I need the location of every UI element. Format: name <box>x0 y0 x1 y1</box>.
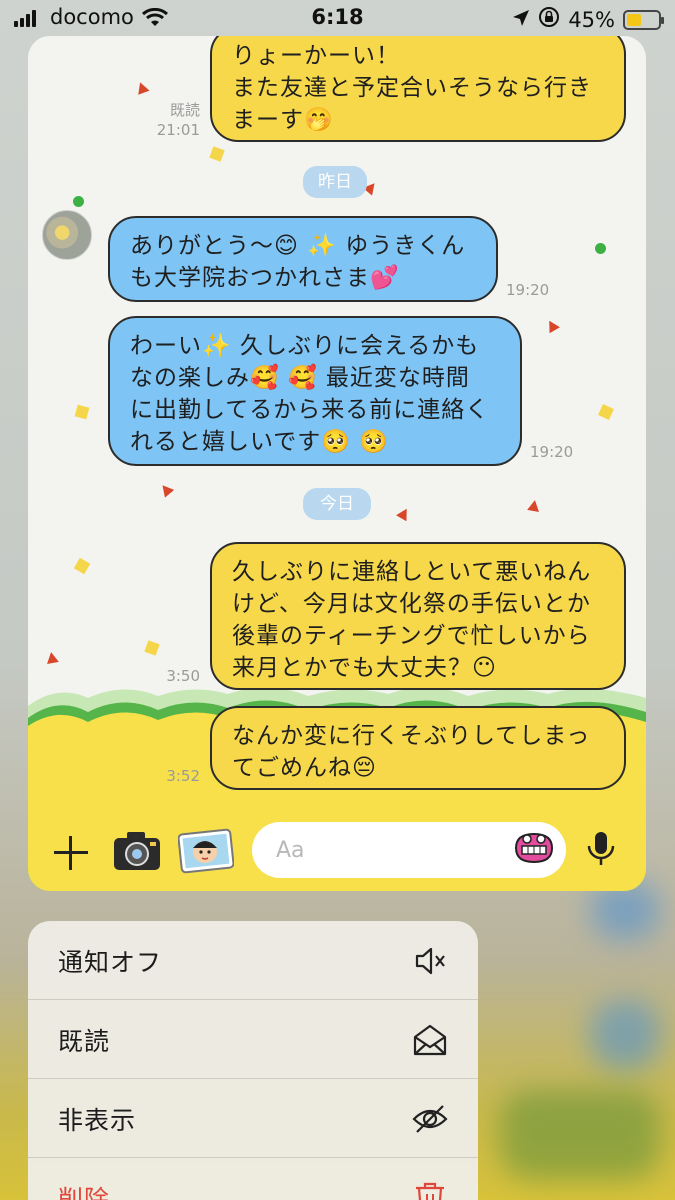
message-line: れると嬉しいです🥺 🥺 <box>130 429 389 455</box>
sticker-icon[interactable] <box>177 828 235 878</box>
rotation-lock-icon <box>538 6 560 33</box>
confetti <box>134 80 150 95</box>
message-line: わーい✨ 久しぶりに会えるかも <box>130 333 480 359</box>
plus-icon[interactable] <box>52 834 90 872</box>
message-line: まーす🤭 <box>232 107 334 133</box>
battery-icon <box>623 9 664 30</box>
confetti <box>157 481 175 498</box>
emoji-icon[interactable] <box>512 830 556 870</box>
message-line: 久しぶりに連絡しといて悪いねん <box>232 559 592 585</box>
chat-preview[interactable]: りょーかーい！ また友達と予定合いそうなら行き まーす🤭 既読 21:01 昨日… <box>28 36 646 891</box>
my-message-bubble[interactable]: なんか変に行くそぶりしてしまっ てごめんね😔 <box>210 706 626 790</box>
confetti <box>544 317 560 334</box>
date-separator: 今日 <box>303 488 371 520</box>
confetti <box>73 557 91 575</box>
open-envelope-icon <box>412 1022 448 1058</box>
trash-icon <box>412 1180 448 1200</box>
context-menu: 通知オフ 既読 非表示 削除 <box>28 921 478 1200</box>
confetti <box>595 243 606 254</box>
menu-item-label: 通知オフ <box>58 948 163 977</box>
confetti <box>45 651 59 664</box>
their-message-bubble[interactable]: わーい✨ 久しぶりに会えるかも なの楽しみ🥰 🥰 最近変な時間 に出勤してるから… <box>108 316 522 466</box>
message-time: 3:52 <box>166 767 200 785</box>
contact-avatar[interactable] <box>42 210 92 260</box>
message-meta: 既読 21:01 <box>138 100 200 140</box>
confetti <box>209 146 225 162</box>
message-input-bar <box>28 816 646 891</box>
background-blur <box>500 1090 660 1180</box>
confetti <box>74 404 90 420</box>
message-line: も大学院おつかれさま💕 <box>130 265 400 291</box>
camera-icon[interactable] <box>112 828 162 878</box>
confetti <box>73 196 84 207</box>
battery-percent: 45% <box>568 7 615 32</box>
battery-level-fill <box>627 13 641 26</box>
mic-icon[interactable] <box>586 830 616 872</box>
menu-item-label: 削除 <box>58 1185 111 1200</box>
message-time: 19:20 <box>506 281 550 299</box>
menu-item-label: 非表示 <box>58 1106 137 1135</box>
confetti <box>598 404 614 420</box>
date-separator: 昨日 <box>303 166 367 198</box>
status-bar: docomo 6:18 45% <box>0 0 675 36</box>
confetti <box>144 640 160 656</box>
message-line: けど、今月は文化祭の手伝いとか <box>232 591 591 617</box>
menu-item-label: 既読 <box>58 1027 111 1056</box>
menu-item-delete[interactable]: 削除 <box>28 1158 478 1200</box>
message-line: ありがとう〜😊 ✨ ゆうきくん <box>130 233 466 259</box>
message-line: 来月とかでも大丈夫？😶 <box>232 655 497 681</box>
message-line: りょーかーい！ <box>232 43 400 69</box>
menu-item-hide[interactable]: 非表示 <box>28 1079 478 1158</box>
read-receipt: 既読 <box>169 101 200 119</box>
menu-item-mute[interactable]: 通知オフ <box>28 921 478 1000</box>
eye-slash-icon <box>412 1101 448 1137</box>
message-line: に出勤してるから来る前に連絡く <box>130 397 490 423</box>
message-time: 19:20 <box>530 443 574 461</box>
message-line: なの楽しみ🥰 🥰 最近変な時間 <box>130 365 470 391</box>
my-message-bubble[interactable]: 久しぶりに連絡しといて悪いねん けど、今月は文化祭の手伝いとか 後輩のティーチン… <box>210 542 626 690</box>
background-blur <box>590 1000 660 1070</box>
mute-icon <box>412 943 448 979</box>
their-message-bubble[interactable]: ありがとう〜😊 ✨ ゆうきくん も大学院おつかれさま💕 <box>108 216 498 302</box>
message-time: 3:50 <box>166 667 200 685</box>
message-line: また友達と予定合いそうなら行き <box>232 75 592 101</box>
menu-item-mark-read[interactable]: 既読 <box>28 1000 478 1079</box>
message-time: 21:01 <box>156 121 200 139</box>
message-line: なんか変に行くそぶりしてしまっ <box>232 723 591 749</box>
confetti <box>527 499 541 512</box>
message-line: 後輩のティーチングで忙しいから <box>232 623 591 649</box>
my-message-bubble[interactable]: りょーかーい！ また友達と予定合いそうなら行き まーす🤭 <box>210 36 626 142</box>
message-line: てごめんね😔 <box>232 755 377 781</box>
confetti <box>396 505 412 522</box>
location-arrow-icon <box>512 8 530 32</box>
